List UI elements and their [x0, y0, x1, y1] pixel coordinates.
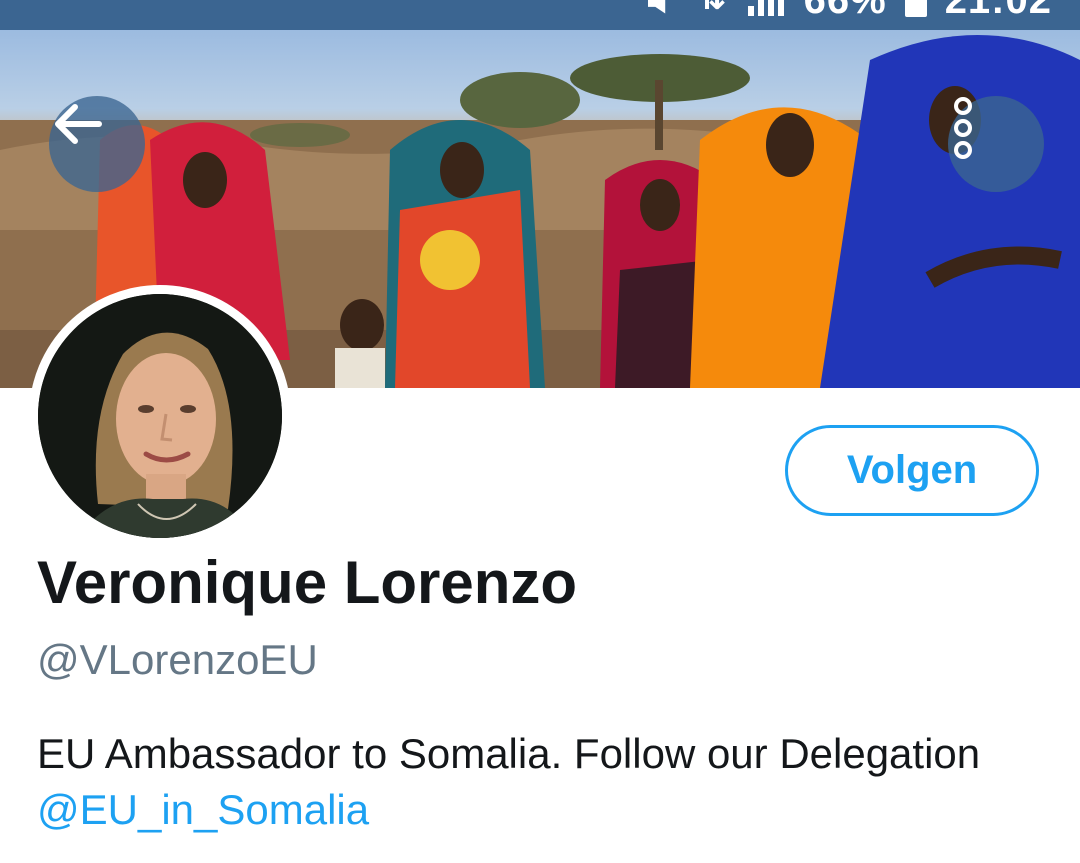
- arrow-left-icon: [55, 104, 102, 144]
- avatar[interactable]: [38, 294, 282, 538]
- profile-screen: 66% 21:02: [0, 0, 1080, 863]
- clock: 21:02: [944, 0, 1052, 22]
- bio-text: EU Ambassador to Somalia. Follow our Del…: [37, 730, 981, 777]
- profile-bio: EU Ambassador to Somalia. Follow our Del…: [37, 726, 1057, 838]
- avatar-frame[interactable]: [29, 285, 291, 547]
- more-vertical-icon: [954, 97, 972, 159]
- back-button[interactable]: [49, 96, 145, 192]
- display-name: Veronique Lorenzo: [37, 549, 578, 616]
- battery-icon: [904, 0, 927, 17]
- follow-button[interactable]: Volgen: [785, 425, 1039, 516]
- status-bar: 66% 21:02: [0, 0, 1080, 30]
- user-handle: @VLorenzoEU: [37, 636, 318, 683]
- signal-icon: [747, 0, 786, 18]
- battery-percentage: 66%: [803, 0, 887, 22]
- profile-photo: [38, 294, 282, 538]
- bio-mention-link[interactable]: @EU_in_Somalia: [37, 786, 369, 833]
- data-transfer-icon: [696, 0, 730, 18]
- mute-icon: [644, 0, 678, 18]
- more-options-button[interactable]: [948, 96, 1044, 192]
